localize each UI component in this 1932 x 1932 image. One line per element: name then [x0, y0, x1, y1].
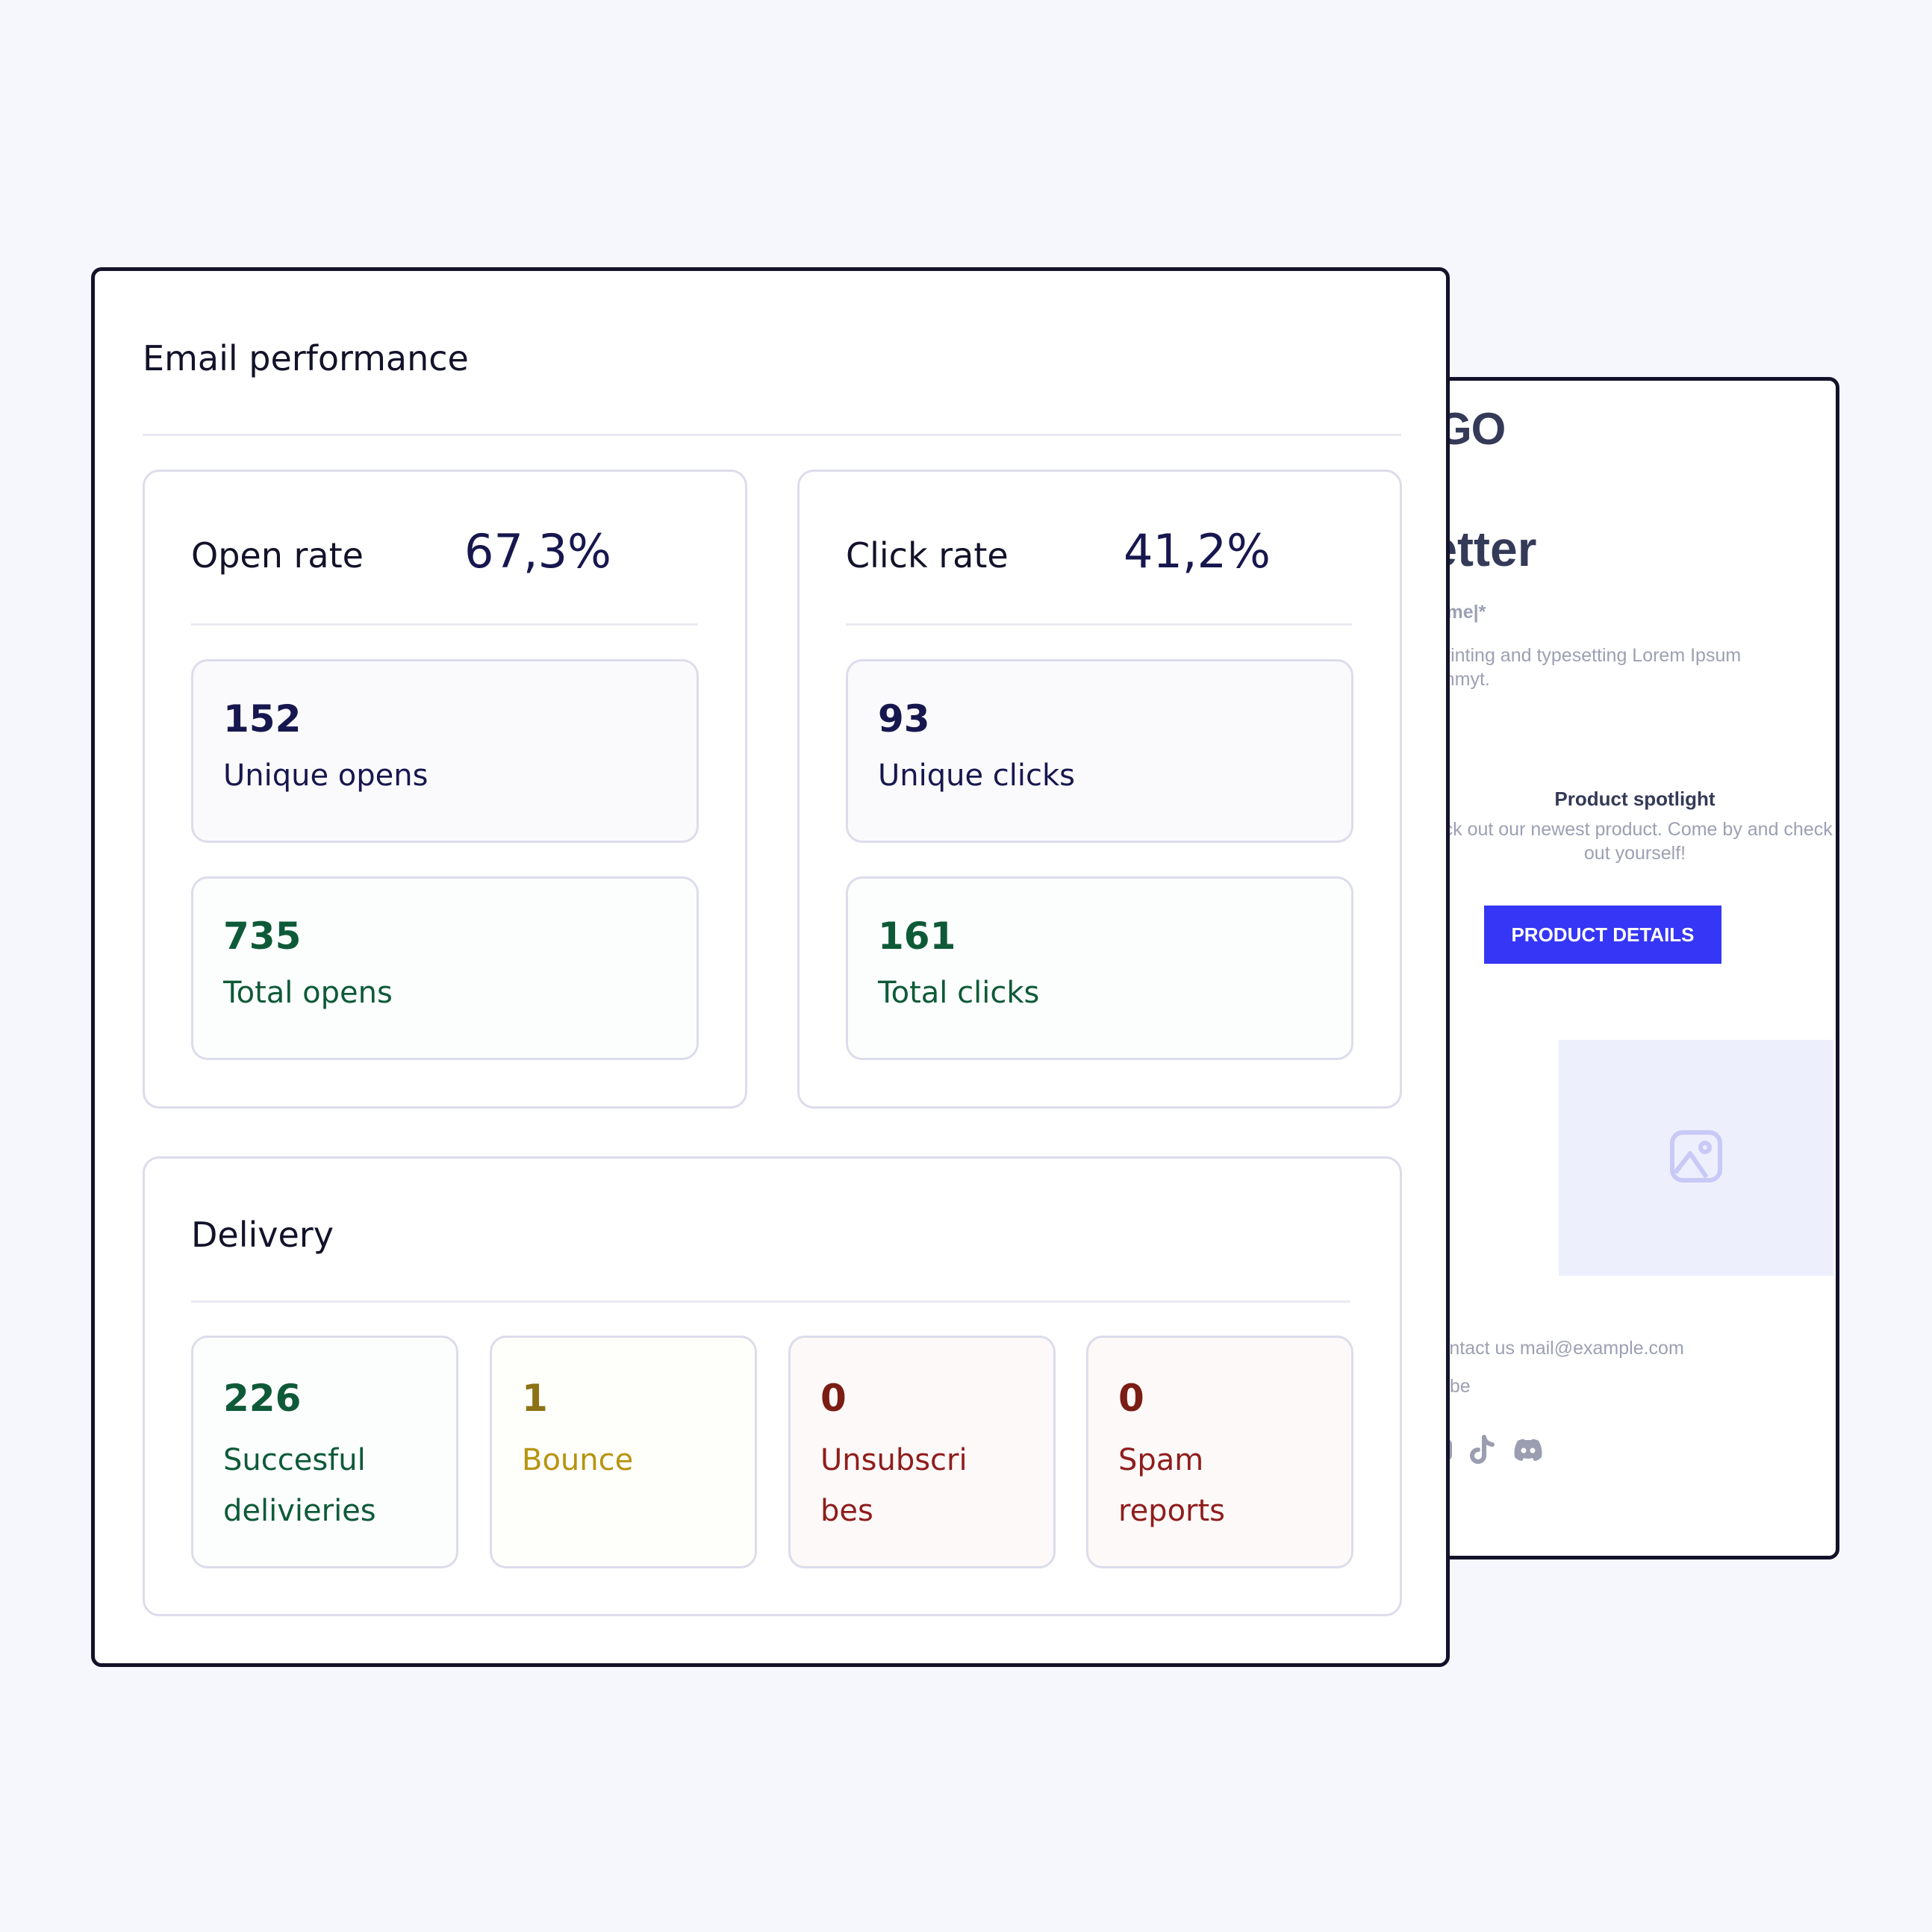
unsubscribes-value: 0	[820, 1377, 847, 1420]
unsubscribes-label: Unsubscribes	[820, 1443, 967, 1528]
product-details-button[interactable]: PRODUCT DETAILS	[1484, 906, 1721, 964]
spam-reports-label: Spam reports	[1118, 1443, 1226, 1528]
page-title: Email performance	[143, 338, 469, 378]
bounce-value: 1	[522, 1377, 548, 1420]
total-clicks-value: 161	[878, 914, 956, 958]
email-performance-card: Email performance Open rate 67,3% 152 Un…	[91, 267, 1450, 1667]
contact-text: contact us mail@example.com	[1430, 1338, 1684, 1359]
open-rate-label: Open rate	[191, 535, 364, 576]
click-rate-label: Click rate	[846, 535, 1009, 576]
total-clicks-stat: 161 Total clicks	[846, 876, 1353, 1060]
spam-reports-value: 0	[1118, 1377, 1144, 1420]
delivery-title: Delivery	[191, 1215, 334, 1255]
click-rate-panel: Click rate 41,2% 93 Unique clicks 161 To…	[797, 470, 1402, 1109]
image-placeholder	[1559, 1040, 1833, 1276]
newsletter-intro: e printing and typesetting Lorem Ipsum d…	[1418, 644, 1742, 691]
title-divider	[143, 434, 1401, 436]
newsletter-preview-card: GO letter tname|* e printing and typeset…	[1418, 377, 1839, 1559]
bounce-label: Bounce	[522, 1443, 634, 1477]
unique-clicks-stat: 93 Unique clicks	[846, 659, 1353, 843]
tiktok-icon[interactable]	[1470, 1435, 1495, 1465]
open-rate-divider	[191, 623, 697, 626]
successful-deliveries-label: Succesful delivieries	[223, 1443, 376, 1528]
image-icon	[1669, 1129, 1723, 1187]
successful-deliveries-value: 226	[223, 1377, 302, 1420]
discord-icon[interactable]	[1513, 1438, 1543, 1462]
successful-deliveries-stat: 226 Succesful delivieries	[191, 1336, 458, 1568]
spam-reports-stat: 0 Spam reports	[1086, 1336, 1353, 1568]
open-rate-value: 67,3%	[464, 524, 611, 579]
unique-opens-label: Unique opens	[223, 758, 429, 793]
unique-opens-value: 152	[223, 697, 302, 741]
spotlight-title: Product spotlight	[1554, 788, 1716, 810]
newsletter-intro-line2: dummyt.	[1418, 669, 1490, 690]
delivery-panel: Delivery 226 Succesful delivieries 1 Bou…	[143, 1156, 1402, 1616]
unique-opens-stat: 152 Unique opens	[191, 659, 699, 843]
unsubscribes-stat: 0 Unsubscribes	[788, 1336, 1056, 1568]
unique-clicks-label: Unique clicks	[878, 758, 1076, 793]
bounce-stat: 1 Bounce	[490, 1336, 757, 1568]
unique-clicks-value: 93	[878, 697, 930, 741]
delivery-divider	[191, 1300, 1350, 1303]
open-rate-panel: Open rate 67,3% 152 Unique opens 735 Tot…	[143, 470, 747, 1109]
click-rate-divider	[846, 623, 1352, 626]
total-clicks-label: Total clicks	[878, 976, 1040, 1010]
click-rate-value: 41,2%	[1124, 524, 1271, 579]
total-opens-value: 735	[223, 914, 302, 958]
total-opens-label: Total opens	[223, 976, 393, 1010]
newsletter-intro-line1: e printing and typesetting Lorem Ipsum	[1418, 645, 1742, 666]
spotlight-body: heck out our newest product. Come by and…	[1422, 819, 1839, 864]
total-opens-stat: 735 Total opens	[191, 876, 699, 1060]
